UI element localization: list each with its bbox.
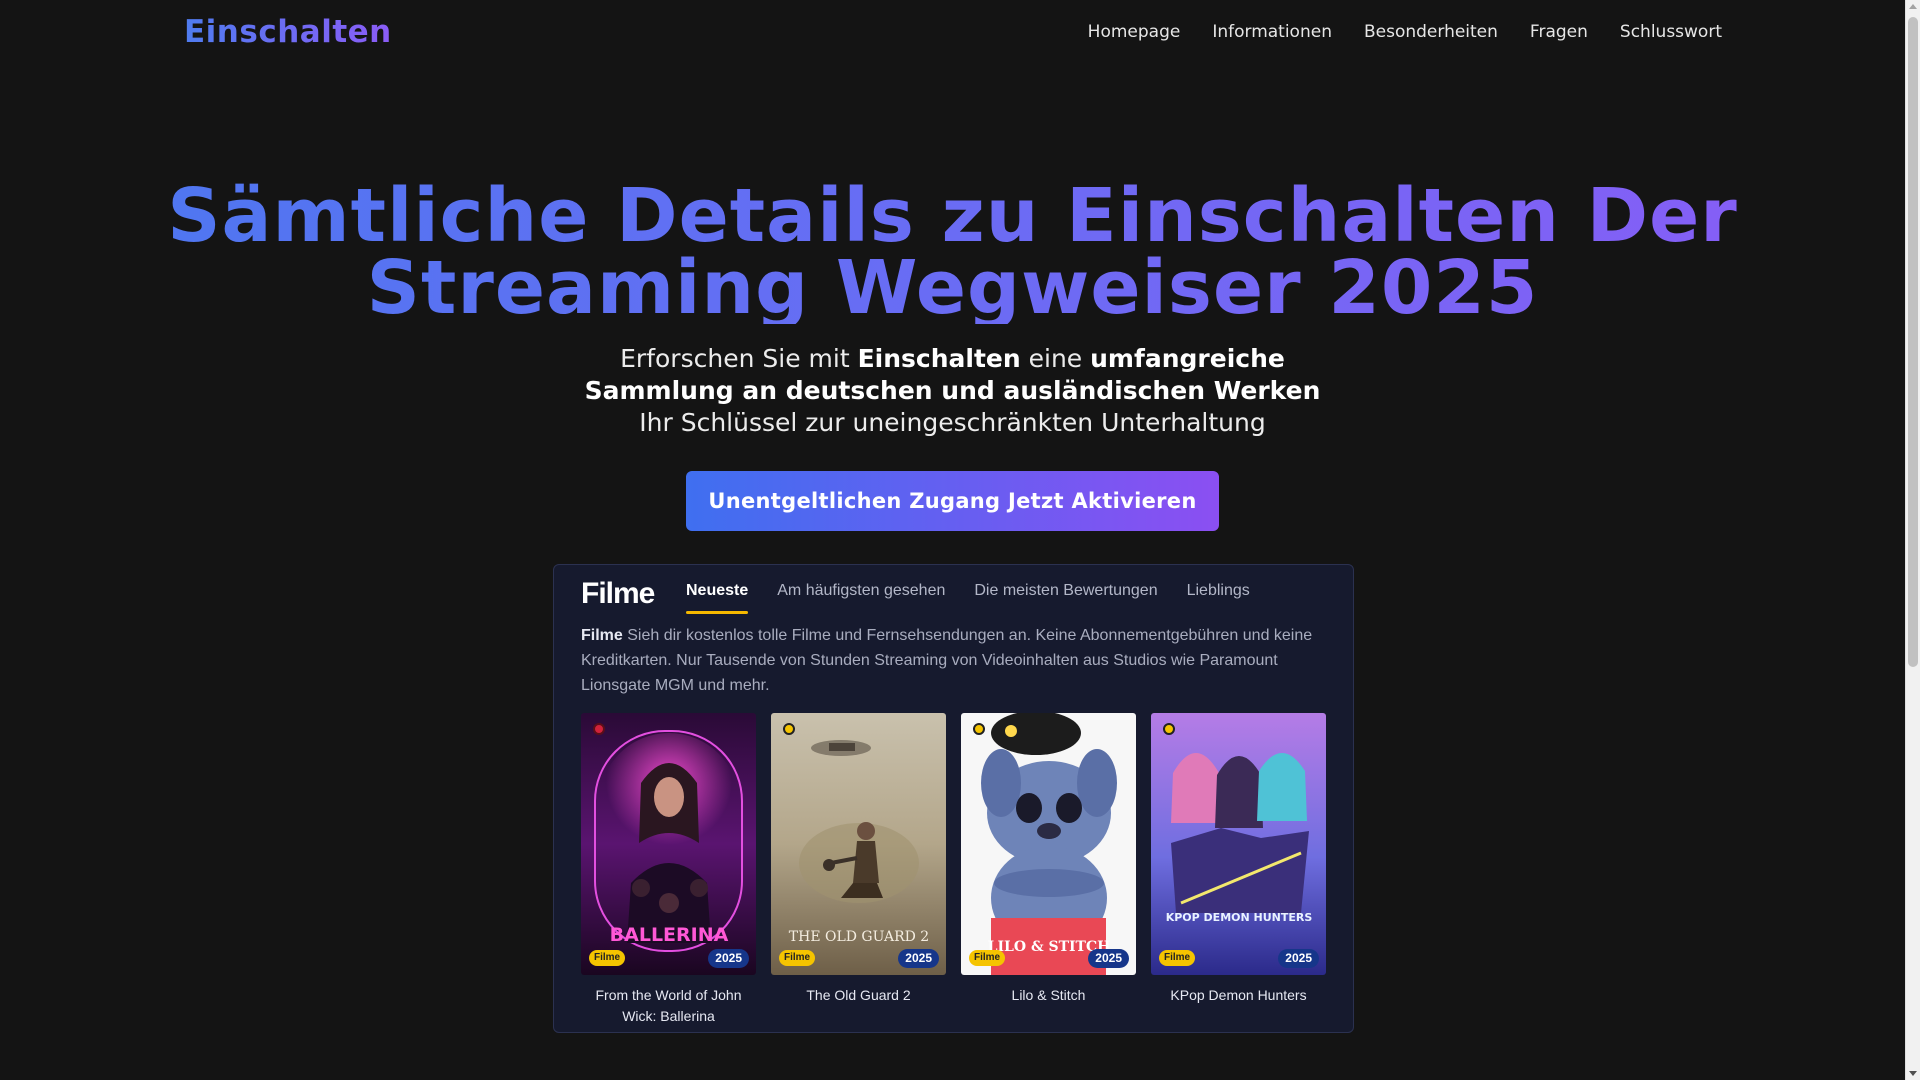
hero-title-line-2: Streaming Wegweiser 2025 [366,245,1539,331]
movie-title[interactable]: From the World of John Wick: Ballerina [581,985,756,1027]
tab-most-rated[interactable]: Die meisten Bewertungen [974,582,1157,614]
status-dot [1163,723,1175,735]
tab-neueste[interactable]: Neueste [686,582,749,614]
scrollbar-thumb[interactable] [1908,17,1918,667]
poster-caption: KPOP DEMON HUNTERS [1166,911,1313,924]
hero-sub-text-3: Ihr Schlüssel zur uneingeschränkten Unte… [639,408,1266,437]
movie-poster[interactable]: THE OLD GUARD 2 Filme 2025 [771,713,946,975]
activate-access-button[interactable]: Unentgeltlichen Zugang Jetzt Aktivieren [686,471,1219,531]
movie-card[interactable]: THE OLD GUARD 2 Filme 2025 The Old Guard… [771,713,946,1027]
panel-desc-text: Sieh dir kostenlos tolle Filme und Ferns… [581,627,1313,694]
hero-subtitle: Erforschen Sie mit Einschalten eine umfa… [570,343,1335,439]
movie-card[interactable]: LILO & STITCH Filme 2025 Lilo & Stitch [961,713,1136,1027]
nav-besonderheiten[interactable]: Besonderheiten [1364,22,1498,42]
hero-sub-brand: Einschalten [857,344,1021,373]
year-badge: 2025 [1278,949,1319,968]
movie-poster[interactable]: BALLERINA Filme 2025 [581,713,756,975]
status-dot [973,723,985,735]
hero-sub-text-1: Erforschen Sie mit [620,344,858,373]
poster-image: LILO & STITCH [961,713,1136,975]
tab-most-viewed[interactable]: Am häufigsten gesehen [777,582,945,614]
movie-card[interactable]: BALLERINA Filme 2025 From the World of J… [581,713,756,1027]
hero-title: Sämtliche Details zu Einschalten Der Str… [0,180,1905,324]
nav-fragen[interactable]: Fragen [1530,22,1588,42]
main-nav: Homepage Informationen Besonderheiten Fr… [1088,22,1722,42]
tab-favorites[interactable]: Lieblings [1187,582,1250,614]
site-logo[interactable]: Einschalten [184,14,392,50]
category-badge: Filme [589,950,626,966]
nav-schlusswort[interactable]: Schlusswort [1620,22,1722,42]
movie-card[interactable]: KPOP DEMON HUNTERS Filme 2025 KPop Demon… [1151,713,1326,1027]
movie-title[interactable]: Lilo & Stitch [961,985,1136,1006]
movie-title[interactable]: The Old Guard 2 [771,985,946,1006]
year-badge: 2025 [898,949,939,968]
hero-sub-text-2: eine [1020,344,1091,373]
movie-poster[interactable]: KPOP DEMON HUNTERS Filme 2025 [1151,713,1326,975]
movie-title[interactable]: KPop Demon Hunters [1151,985,1326,1006]
panel-title: Filme [581,577,655,610]
site-header: Einschalten Homepage Informationen Beson… [0,0,1905,68]
category-badge: Filme [779,950,816,966]
poster-caption: THE OLD GUARD 2 [789,929,929,945]
status-dot [783,723,795,735]
poster-caption: BALLERINA [610,924,729,946]
poster-image: BALLERINA [581,713,756,975]
category-badge: Filme [1159,950,1196,966]
nav-homepage[interactable]: Homepage [1088,22,1181,42]
movie-card-list: BALLERINA Filme 2025 From the World of J… [581,713,1326,1027]
category-badge: Filme [969,950,1006,966]
status-dot [593,723,605,735]
poster-image: KPOP DEMON HUNTERS [1151,713,1326,975]
scroll-up-arrow-icon[interactable] [1909,4,1917,9]
year-badge: 2025 [708,949,749,968]
page: Einschalten Homepage Informationen Beson… [0,0,1905,1080]
poster-image: THE OLD GUARD 2 [771,713,946,975]
year-badge: 2025 [1088,949,1129,968]
panel-desc-bold: Filme [581,627,623,644]
scroll-down-arrow-icon[interactable] [1909,1071,1917,1076]
nav-informationen[interactable]: Informationen [1212,22,1332,42]
panel-tabs: Neueste Am häufigsten gesehen Die meiste… [686,582,1279,614]
movie-poster[interactable]: LILO & STITCH Filme 2025 [961,713,1136,975]
page-scrollbar[interactable] [1905,0,1920,1080]
panel-description: Filme Sieh dir kostenlos tolle Filme und… [581,623,1331,698]
preview-panel: Filme Neueste Am häufigsten gesehen Die … [553,564,1354,1033]
